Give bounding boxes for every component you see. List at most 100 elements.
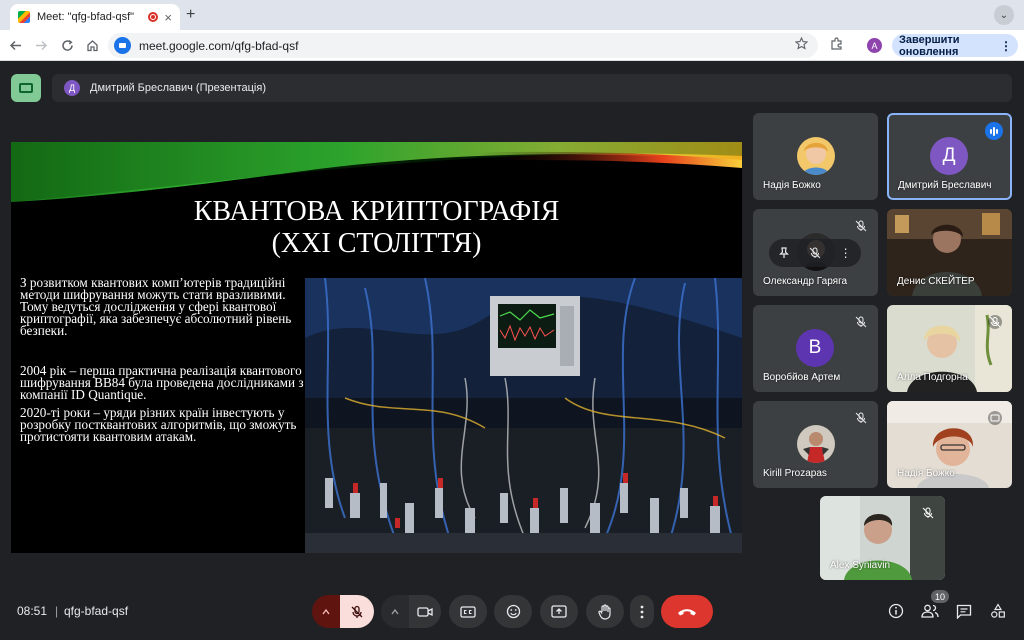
present-screen-icon: [551, 605, 567, 618]
slide-paragraph: 2020-ті роки – уряди різних країн інвест…: [20, 405, 297, 444]
participant-tile-speaking[interactable]: Д Дмитрий Бреславич: [887, 113, 1012, 200]
browser-tab-strip: Meet: "qfg-bfad-qsf" × + ⌄: [0, 0, 1024, 30]
participant-name: Дмитрий Бреславич: [898, 180, 992, 191]
meet-favicon-icon: [18, 11, 30, 23]
chevron-up-icon: [322, 608, 330, 614]
more-vert-icon: [640, 605, 644, 618]
finish-update-label: Завершити оновлення: [899, 33, 960, 58]
presenter-avatar: Д: [64, 80, 80, 96]
chat-button[interactable]: [953, 600, 975, 622]
muted-mic-icon: [987, 314, 1003, 330]
reload-icon[interactable]: [61, 39, 74, 52]
participant-name: Денис СКЕЙТЕР: [897, 276, 975, 287]
site-info-icon[interactable]: [114, 37, 131, 54]
more-options-icon[interactable]: ⋮: [840, 246, 852, 260]
menu-dots-icon: ⋮: [1000, 38, 1012, 53]
browser-tab-meet[interactable]: Meet: "qfg-bfad-qsf" ×: [10, 4, 180, 30]
muted-mic-icon: [920, 505, 936, 521]
info-icon: [888, 603, 904, 619]
meeting-info-button[interactable]: [885, 600, 907, 622]
pin-icon[interactable]: [778, 247, 790, 259]
participant-tile[interactable]: Надія Божко: [887, 401, 1012, 488]
quantum-lab-photo: [305, 278, 742, 553]
tab-title: Meet: "qfg-bfad-qsf": [37, 11, 135, 23]
home-icon[interactable]: [86, 39, 99, 52]
self-view-tile[interactable]: Alex Syniavin: [820, 496, 945, 580]
audio-options-button[interactable]: [312, 595, 340, 628]
slide-body-text: З розвитком квантових комп’ютерів традиц…: [20, 275, 310, 444]
closed-captions-icon: [460, 605, 476, 618]
meet-app-icon[interactable]: [11, 74, 41, 102]
browser-toolbar: meet.google.com/qfg-bfad-qsf A Завершити…: [0, 30, 1024, 61]
participant-name: Alex Syniavin: [830, 560, 891, 571]
reactions-button[interactable]: [494, 595, 532, 628]
tile-hover-controls: ⋮: [769, 239, 861, 267]
slide-title-line1: КВАНТОВА КРИПТОГРАФІЯ: [193, 196, 560, 227]
leave-call-button[interactable]: [661, 595, 713, 628]
participant-tile[interactable]: В Воробйов Артем: [753, 305, 878, 392]
participant-name: Олександр Гаряга: [763, 276, 848, 287]
activities-shapes-icon: [991, 603, 1005, 618]
participant-name: Воробйов Артем: [763, 372, 841, 383]
participant-tile[interactable]: Надія Божко: [753, 113, 878, 200]
muted-mic-icon: [853, 410, 869, 426]
people-icon: [921, 604, 939, 618]
raise-hand-icon: [598, 603, 611, 620]
meeting-code: qfg-bfad-qsf: [64, 604, 129, 618]
microphone-toggle-button[interactable]: [340, 595, 374, 628]
more-options-button[interactable]: [630, 595, 654, 628]
slide-title-line2: (XXI СТОЛІТТЯ): [271, 228, 482, 259]
mute-participant-icon[interactable]: [809, 247, 821, 259]
extensions-puzzle-icon[interactable]: [830, 37, 844, 51]
participant-tile[interactable]: ⋮ Олександр Гаряга: [753, 209, 878, 296]
recording-indicator-icon: [148, 12, 159, 22]
participant-name: Kirill Prozapas: [763, 468, 827, 479]
activities-button[interactable]: [987, 600, 1009, 622]
meeting-clock: 08:51: [17, 604, 48, 618]
camera-toggle-button[interactable]: [409, 595, 441, 628]
camera-icon: [417, 606, 433, 617]
bookmark-star-icon[interactable]: [795, 37, 808, 50]
separator: |: [55, 604, 59, 618]
tab-close-icon[interactable]: ×: [164, 10, 172, 25]
address-bar[interactable]: meet.google.com/qfg-bfad-qsf: [108, 33, 818, 58]
forward-arrow-icon[interactable]: [35, 39, 48, 52]
profile-avatar[interactable]: A: [867, 38, 882, 53]
raise-hand-button[interactable]: [586, 595, 624, 628]
captions-button[interactable]: [449, 595, 487, 628]
participant-letter-avatar: Д: [930, 137, 968, 175]
mic-off-icon: [351, 605, 363, 618]
url-text: meet.google.com/qfg-bfad-qsf: [139, 38, 299, 53]
presenter-label: Дмитрий Бреславич (Презентація): [90, 82, 266, 94]
hang-up-icon: [678, 608, 696, 615]
new-tab-button[interactable]: +: [186, 6, 195, 24]
finish-update-button[interactable]: Завершити оновлення ⋮: [892, 33, 1018, 58]
slide-header-swoosh: [11, 142, 742, 202]
chat-icon: [956, 604, 972, 619]
presenting-screen-icon: [987, 410, 1003, 426]
emoji-smile-icon: [506, 604, 520, 619]
participant-name: Алла Подгорна: [897, 372, 968, 383]
participant-tile[interactable]: Алла Подгорна: [887, 305, 1012, 392]
participants-count-badge: 10: [931, 590, 950, 603]
muted-mic-icon: [853, 218, 869, 234]
present-screen-button[interactable]: [540, 595, 578, 628]
slide-paragraph: З розвитком квантових комп’ютерів традиц…: [20, 275, 292, 338]
presentation-banner: Д Дмитрий Бреславич (Презентація): [52, 74, 1012, 102]
presentation-slide: КВАНТОВА КРИПТОГРАФІЯ (XXI СТОЛІТТЯ) З р…: [11, 142, 742, 553]
speaking-indicator-icon: [985, 122, 1003, 140]
chevron-up-icon: [391, 608, 399, 614]
video-options-button[interactable]: [381, 595, 409, 628]
back-arrow-icon[interactable]: [9, 39, 22, 52]
participant-photo-avatar: [797, 137, 835, 175]
slide-paragraph: 2004 рік – перша практична реалізація кв…: [20, 363, 304, 402]
people-button[interactable]: [919, 600, 941, 622]
participant-name: Надія Божко: [897, 468, 955, 479]
participant-tile[interactable]: Денис СКЕЙТЕР: [887, 209, 1012, 296]
tab-search-icon[interactable]: ⌄: [994, 5, 1014, 25]
muted-mic-icon: [853, 314, 869, 330]
participant-name: Надія Божко: [763, 180, 821, 191]
participant-letter-avatar: В: [796, 329, 834, 367]
participant-tile[interactable]: Kirill Prozapas: [753, 401, 878, 488]
participant-photo-avatar: [797, 425, 835, 463]
